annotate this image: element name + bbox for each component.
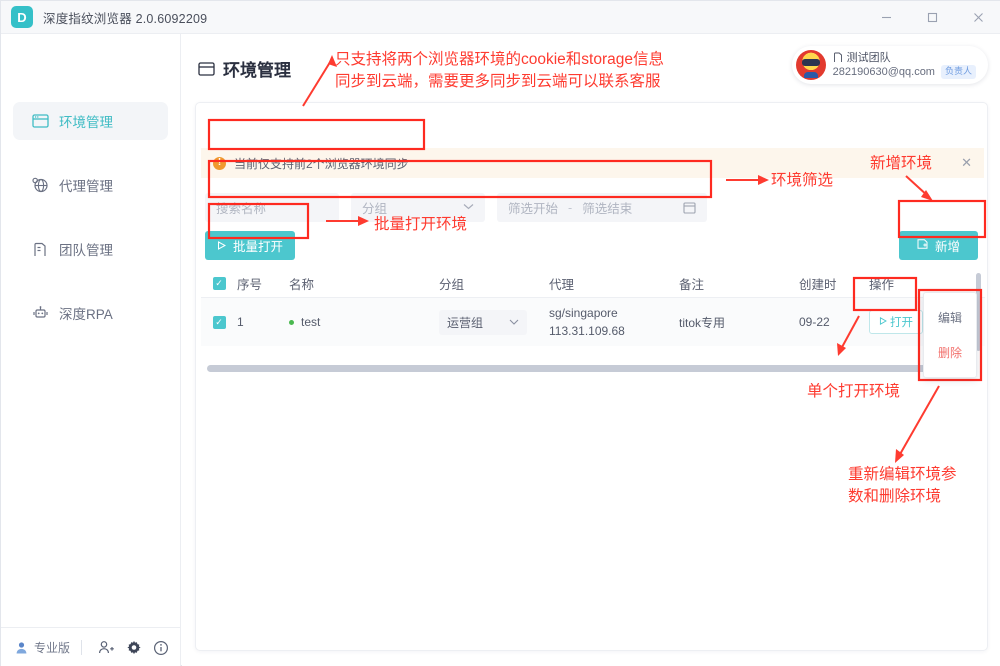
close-icon[interactable] <box>955 1 1000 34</box>
row-checkbox[interactable]: ✓ <box>201 315 237 329</box>
add-environment-button[interactable]: 新增 <box>899 231 978 260</box>
table-header-note: 备注 <box>679 278 705 292</box>
window-icon <box>198 61 215 77</box>
date-end-placeholder: 筛选结束 <box>582 202 633 216</box>
date-start-placeholder: 筛选开始 <box>508 202 559 216</box>
row-index: 1 <box>237 315 244 329</box>
pro-version-label: 专业版 <box>34 641 71 655</box>
group-select[interactable]: 分组 <box>351 193 485 222</box>
globe-icon <box>31 176 50 195</box>
sidebar-item-environment[interactable]: 环境管理 <box>13 102 168 140</box>
sidebar-item-team[interactable]: 团队管理 <box>13 230 168 268</box>
user-mail-row: 282190630@qq.com 负责人 <box>833 65 976 79</box>
sidebar-item-label: 团队管理 <box>59 243 113 258</box>
gear-icon[interactable] <box>120 634 147 661</box>
row-proxy-ip: 113.31.109.68 <box>549 324 625 338</box>
sidebar-nav: 环境管理 代理管理 团队管理 深度RPA <box>1 34 180 332</box>
row-name: test <box>301 315 321 329</box>
user-role-badge: 负责人 <box>940 65 976 79</box>
row-group-select[interactable]: 运营组 <box>439 309 527 335</box>
open-label: 打开 <box>890 317 913 329</box>
footer-divider <box>81 640 83 655</box>
app-title: 深度指纹浏览器 2.0.6092209 <box>43 11 208 26</box>
table-header-group: 分组 <box>439 278 465 292</box>
search-input[interactable]: 搜索名称 <box>205 193 339 222</box>
chevron-down-icon <box>463 202 474 213</box>
environment-card: ! 当前仅支持前2个浏览器环境同步 ✕ 搜索名称 分组 筛选开始 - 筛选结束 <box>195 102 988 651</box>
alert-text: 当前仅支持前2个浏览器环境同步 <box>234 156 409 171</box>
avatar <box>795 50 826 80</box>
user-avatar-icon <box>14 640 29 655</box>
add-label: 新增 <box>934 240 960 254</box>
info-icon[interactable] <box>147 634 174 661</box>
environment-table: ✓ 序号 名称 分组 代理 备注 创建时 操作 ✓ 1 test 运营组 sg/… <box>201 270 985 346</box>
sidebar-item-label: 环境管理 <box>59 115 113 130</box>
checkbox-checked-icon: ✓ <box>212 277 226 290</box>
select-all-checkbox[interactable]: ✓ <box>201 277 237 290</box>
date-separator: - <box>568 200 573 215</box>
user-team: 测试团队 <box>833 51 976 65</box>
user-email: 282190630@qq.com <box>832 66 935 78</box>
row-group-cell: 运营组 <box>439 309 549 335</box>
checkbox-checked-icon: ✓ <box>212 315 226 329</box>
row-context-menu: 编辑 删除 <box>923 292 977 378</box>
sync-alert-banner: ! 当前仅支持前2个浏览器环境同步 ✕ <box>201 148 984 178</box>
sidebar: 环境管理 代理管理 团队管理 深度RPA 专业版 <box>1 34 181 666</box>
sidebar-item-proxy[interactable]: 代理管理 <box>13 166 168 204</box>
add-file-icon <box>917 238 929 253</box>
sidebar-item-label: 代理管理 <box>59 179 113 194</box>
row-group-value: 运营组 <box>447 315 484 330</box>
filter-bar: 搜索名称 分组 筛选开始 - 筛选结束 <box>205 193 707 222</box>
group-select-value: 分组 <box>362 202 388 216</box>
title-bar: D 深度指纹浏览器 2.0.6092209 <box>1 1 1000 34</box>
date-range-input[interactable]: 筛选开始 - 筛选结束 <box>497 193 707 222</box>
calendar-icon <box>683 201 696 214</box>
app-window: D 深度指纹浏览器 2.0.6092209 环境管理 代理管理 团队管理 深度R… <box>0 0 1000 666</box>
sidebar-footer: 专业版 <box>1 627 181 666</box>
window-icon <box>31 112 50 131</box>
horizontal-scrollbar[interactable] <box>207 365 951 372</box>
pro-version-badge[interactable]: 专业版 <box>14 639 70 656</box>
minimize-icon[interactable] <box>863 1 909 34</box>
row-created: 09-22 <box>799 315 830 329</box>
alert-close-icon[interactable]: ✕ <box>961 155 972 171</box>
row-proxy-cell: sg/singapore 113.31.109.68 <box>549 304 679 340</box>
page-title-text: 环境管理 <box>223 61 291 80</box>
row-proxy-location: sg/singapore <box>549 306 618 320</box>
bulk-open-label: 批量打开 <box>232 240 283 254</box>
table-header-proxy: 代理 <box>549 278 575 292</box>
bulk-open-button[interactable]: 批量打开 <box>205 231 295 260</box>
sidebar-item-label: 深度RPA <box>59 307 113 322</box>
building-icon <box>833 52 843 63</box>
user-team-name: 测试团队 <box>846 51 891 64</box>
building-icon <box>31 240 50 259</box>
status-dot-icon <box>289 319 294 325</box>
page-title: 环境管理 <box>198 56 291 81</box>
table-header-created: 创建时 <box>799 278 837 292</box>
open-environment-button[interactable]: 打开 <box>869 310 923 334</box>
row-note: titok专用 <box>679 315 726 330</box>
user-meta: 测试团队 282190630@qq.com 负责人 <box>833 51 976 80</box>
table-header-row: ✓ 序号 名称 分组 代理 备注 创建时 操作 <box>201 270 985 298</box>
table-header-actions: 操作 <box>869 278 895 292</box>
add-user-icon[interactable] <box>93 634 120 661</box>
maximize-icon[interactable] <box>909 1 955 34</box>
row-name-cell: test <box>289 315 439 329</box>
window-controls <box>863 1 1000 34</box>
context-menu-delete[interactable]: 删除 <box>938 344 962 361</box>
main-content: 环境管理 测试团队 282190630@qq.com 负责人 ! 当前仅支持前2… <box>182 34 1000 666</box>
play-icon <box>879 316 887 328</box>
chevron-down-icon <box>509 317 519 328</box>
app-logo-icon: D <box>11 6 33 28</box>
table-row[interactable]: ✓ 1 test 运营组 sg/singapore 113.31.109.68 … <box>201 298 985 346</box>
robot-icon <box>31 304 50 323</box>
table-header-name: 名称 <box>289 278 315 292</box>
warning-icon: ! <box>213 156 226 170</box>
sidebar-item-rpa[interactable]: 深度RPA <box>13 294 168 332</box>
play-icon <box>217 239 227 253</box>
context-menu-edit[interactable]: 编辑 <box>938 309 962 326</box>
user-account-box[interactable]: 测试团队 282190630@qq.com 负责人 <box>791 46 988 84</box>
table-header-index: 序号 <box>237 278 263 292</box>
